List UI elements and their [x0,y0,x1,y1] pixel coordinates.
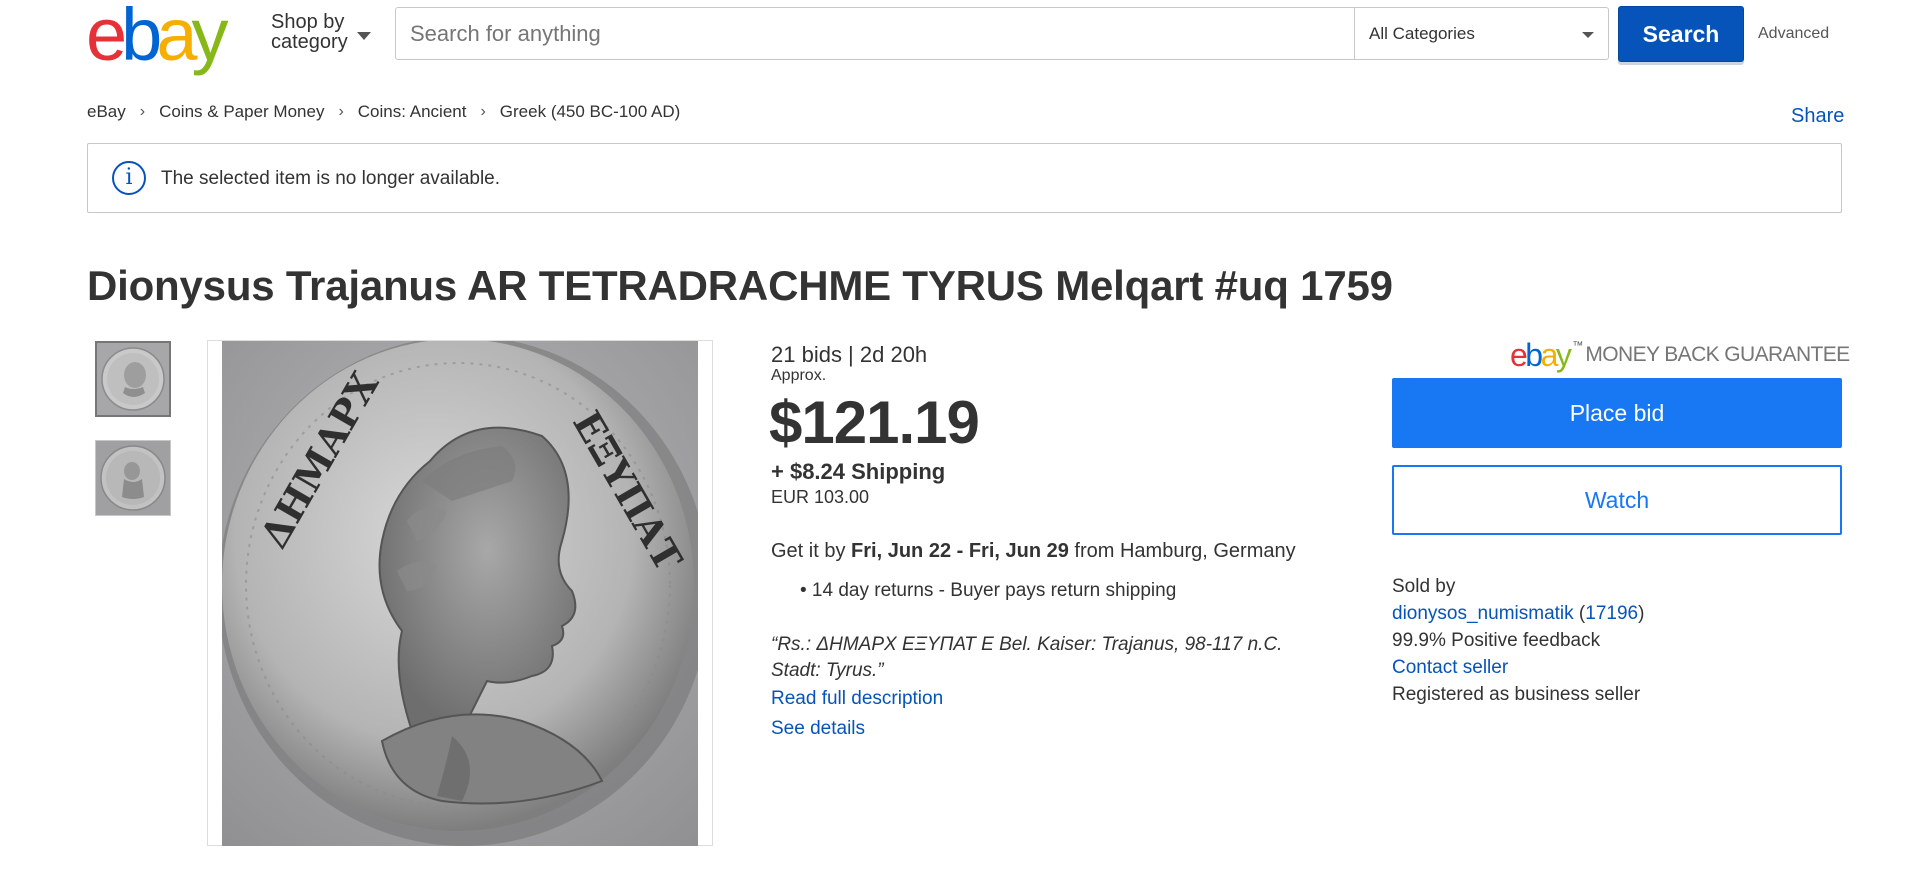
delivery-prefix: Get it by [771,540,852,562]
ebay-logo[interactable]: ebay [86,0,228,76]
sold-by-label: Sold by [1392,576,1456,597]
breadcrumb-item-coins-ancient[interactable]: Coins: Ancient [358,102,467,122]
logo-letter-b: b [121,0,162,76]
logo-letter-a: a [156,0,197,76]
breadcrumb-item-greek[interactable]: Greek (450 BC-100 AD) [500,102,680,122]
search-bar: All Categories [395,7,1609,60]
returns-policy: • 14 day returns - Buyer pays return shi… [800,580,1177,601]
category-select-value: All Categories [1369,24,1475,43]
read-full-description-link[interactable]: Read full description [771,688,943,710]
coin-thumbnail-reverse [96,441,170,515]
search-button[interactable]: Search [1618,6,1744,62]
header: ebay Shop by category All Categories Sea… [0,0,1918,72]
thumbnail-reverse[interactable] [95,440,171,516]
thumbnail-obverse[interactable] [95,341,171,417]
place-bid-button[interactable]: Place bid [1392,378,1842,448]
alert-message: The selected item is no longer available… [161,168,501,189]
item-description-snippet: “Rs.: ΔΗΜΑΡΧ ΕΞΥΠΑΤ Ε Bel. Kaiser: Traja… [771,634,1283,681]
approx-label: Approx. [771,367,827,384]
logo-letter-y: y [191,0,228,76]
shipping-cost: + $8.24 Shipping [771,459,946,484]
seller-name-link[interactable]: dionysos_numismatik [1392,603,1574,624]
shop-by-label-line1: Shop by [271,11,345,33]
watch-button[interactable]: Watch [1392,465,1842,535]
mbg-label: MONEY BACK GUARANTEE [1585,343,1850,366]
coin-thumbnail-obverse [97,343,169,415]
money-back-guarantee-badge[interactable]: ebay ™ MONEY BACK GUARANTEE [1510,337,1850,373]
business-seller-note: Registered as business seller [1392,684,1641,705]
trademark-symbol: ™ [1572,340,1584,352]
breadcrumb-separator: › [139,103,146,120]
breadcrumb-separator: › [338,103,344,120]
original-currency-price: EUR 103.00 [771,487,870,507]
search-input[interactable] [396,8,1354,59]
item-title: Dionysus Trajanus AR TETRADRACHME TYRUS … [87,262,1393,309]
delivery-location: from Hamburg, Germany [1068,540,1296,562]
breadcrumb-item-ebay[interactable]: eBay [87,102,126,122]
delivery-dates: Fri, Jun 22 - Fri, Jun 29 [851,540,1069,562]
paren-close: ) [1638,603,1645,624]
see-details-link[interactable]: See details [771,718,865,740]
bids-and-time-left: 21 bids | 2d 20h [771,342,928,367]
breadcrumb-item-coins-paper-money[interactable]: Coins & Paper Money [159,102,324,122]
mbg-letter-y: y [1555,337,1572,373]
current-price: $121.19 [769,389,980,456]
contact-seller-link[interactable]: Contact seller [1392,657,1508,679]
main-image-frame[interactable]: ΔΗΜΑΡΧ ΕΞΥΠΑΤ [207,340,713,846]
coin-image: ΔΗΜΑΡΧ ΕΞΥΠΑΤ [222,341,698,846]
ebay-mini-logo: ebay [1510,337,1572,373]
positive-feedback: 99.9% Positive feedback [1392,630,1601,651]
shop-by-label-line2: category [271,31,348,53]
share-link[interactable]: Share [1791,105,1844,128]
alert-banner: i The selected item is no longer availab… [87,143,1842,213]
info-icon: i [112,161,146,195]
mbg-letter-b: b [1525,337,1543,373]
chevron-down-icon [1582,32,1594,38]
category-select[interactable]: All Categories [1354,8,1608,59]
breadcrumb-separator: › [480,103,486,120]
mbg-letter-a: a [1540,337,1559,373]
breadcrumb: eBay › Coins & Paper Money › Coins: Anci… [87,102,680,122]
mbg-letter-e: e [1510,337,1528,373]
delivery-estimate: Get it by Fri, Jun 22 - Fri, Jun 29 from… [771,540,1296,563]
chevron-down-icon [357,32,371,40]
logo-letter-e: e [86,0,127,76]
seller-info: dionysos_numismatik (17196) [1392,603,1644,625]
seller-feedback-score-link[interactable]: 17196 [1585,603,1638,624]
shop-by-category-button[interactable]: Shop by category [271,11,371,53]
advanced-search-link[interactable]: Advanced [1758,25,1829,43]
